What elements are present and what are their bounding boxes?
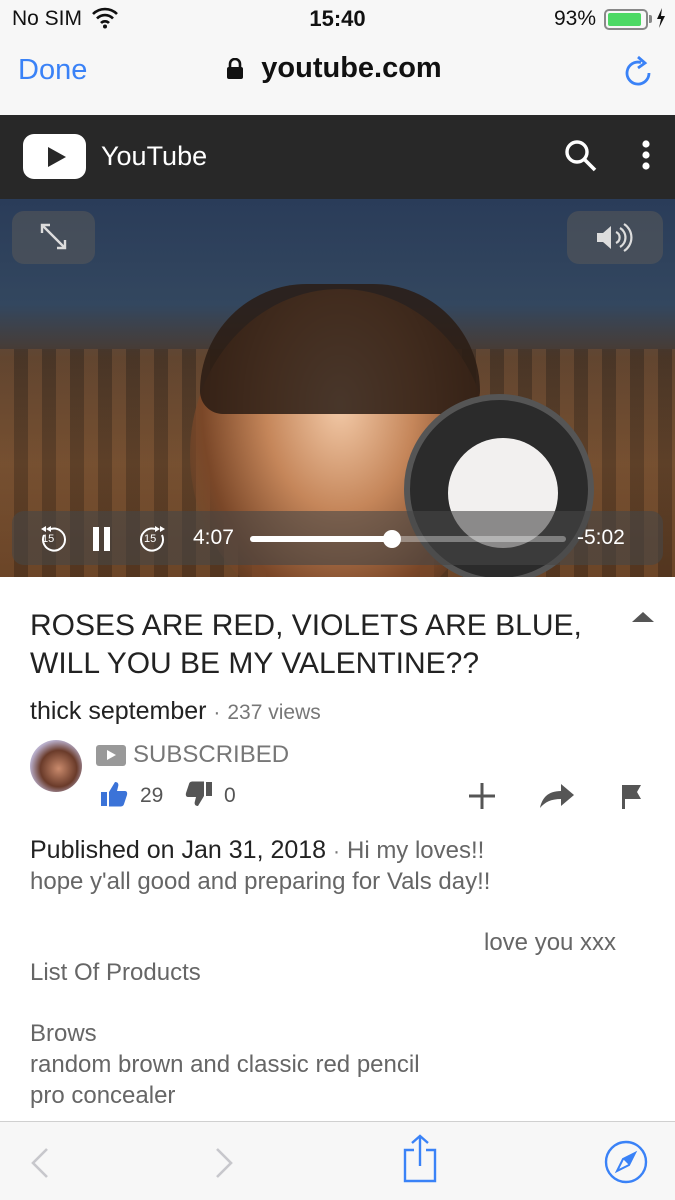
description-line-2: hope y'all good and preparing for Vals d… [30,868,491,895]
browser-header: Done youtube.com [0,38,675,115]
fullscreen-button[interactable] [12,211,95,264]
subscribe-play-icon [96,745,126,766]
description-line-6: random brown and classic red pencil [30,1051,420,1078]
back-icon[interactable] [30,1147,50,1179]
youtube-top-bar: YouTube [0,115,675,199]
channel-avatar[interactable] [30,740,82,792]
more-options-icon[interactable] [636,138,656,174]
thumbs-up-icon[interactable] [100,780,128,808]
video-title-line2: WILL YOU BE MY VALENTINE?? [30,647,480,680]
video-title-line1: ROSES ARE RED, VIOLETS ARE BLUE, [30,609,582,642]
description-line-1: Hi my loves!! [346,837,485,864]
charging-bolt-icon [657,8,665,28]
status-bar: No SIM 15:40 93% [0,0,675,38]
share-icon[interactable] [402,1134,438,1184]
channel-name[interactable]: thick september [30,697,206,725]
share-arrow-icon[interactable] [539,783,575,809]
compass-icon[interactable] [604,1140,648,1184]
video-title: ROSES ARE RED, VIOLETS ARE BLUE, WILL YO… [30,607,590,683]
youtube-logo-icon[interactable] [23,134,86,179]
subscribed-button[interactable]: SUBSCRIBED [133,741,289,769]
skip-forward-label: 15 [144,533,157,545]
search-icon[interactable] [563,138,599,174]
forward-icon[interactable] [214,1147,234,1179]
address-bar[interactable]: youtube.com [0,52,675,85]
like-count: 29 [140,784,164,807]
description-line-7: pro concealer [30,1082,176,1109]
reload-icon[interactable] [622,55,656,91]
battery-fill [608,13,642,26]
current-time: 4:07 [193,526,234,549]
battery-icon [604,9,648,30]
seek-bar[interactable] [250,530,566,548]
youtube-brand-label: YouTube [101,141,208,171]
description-line-5: Brows [30,1020,97,1047]
seek-bar-played [250,536,393,542]
published-line: Published on Jan 31, 2018 · Hi my loves!… [30,836,484,865]
player-controls: 15 15 4:07 -5:02 [12,511,663,565]
thumbs-down-icon[interactable] [185,780,213,808]
url-text: youtube.com [261,52,442,84]
volume-button[interactable] [567,211,663,264]
skip-back-label: 15 [42,533,55,545]
view-count: 237 views [227,701,321,724]
remaining-time: -5:02 [577,526,625,549]
add-to-playlist-icon[interactable] [467,781,497,811]
pause-icon[interactable] [92,526,112,552]
seek-handle[interactable] [383,530,402,548]
video-player[interactable]: 15 15 4:07 -5:02 [0,199,675,577]
published-date: Published on Jan 31, 2018 [30,836,327,864]
channel-meta: thick september · 237 views [30,697,321,726]
collapse-caret-icon[interactable] [632,612,654,622]
expand-icon [40,223,67,250]
browser-toolbar [0,1121,675,1200]
battery-percent: 93% [554,7,597,30]
video-hair [200,284,480,414]
dislike-count: 0 [224,784,236,807]
battery-tip [649,15,652,23]
description-line-4: List Of Products [30,959,201,986]
flag-icon[interactable] [620,784,644,810]
published-separator: · [333,840,341,863]
speaker-icon [597,223,633,252]
description-line-3: love you xxx [484,929,617,956]
meta-separator: · [213,701,221,724]
